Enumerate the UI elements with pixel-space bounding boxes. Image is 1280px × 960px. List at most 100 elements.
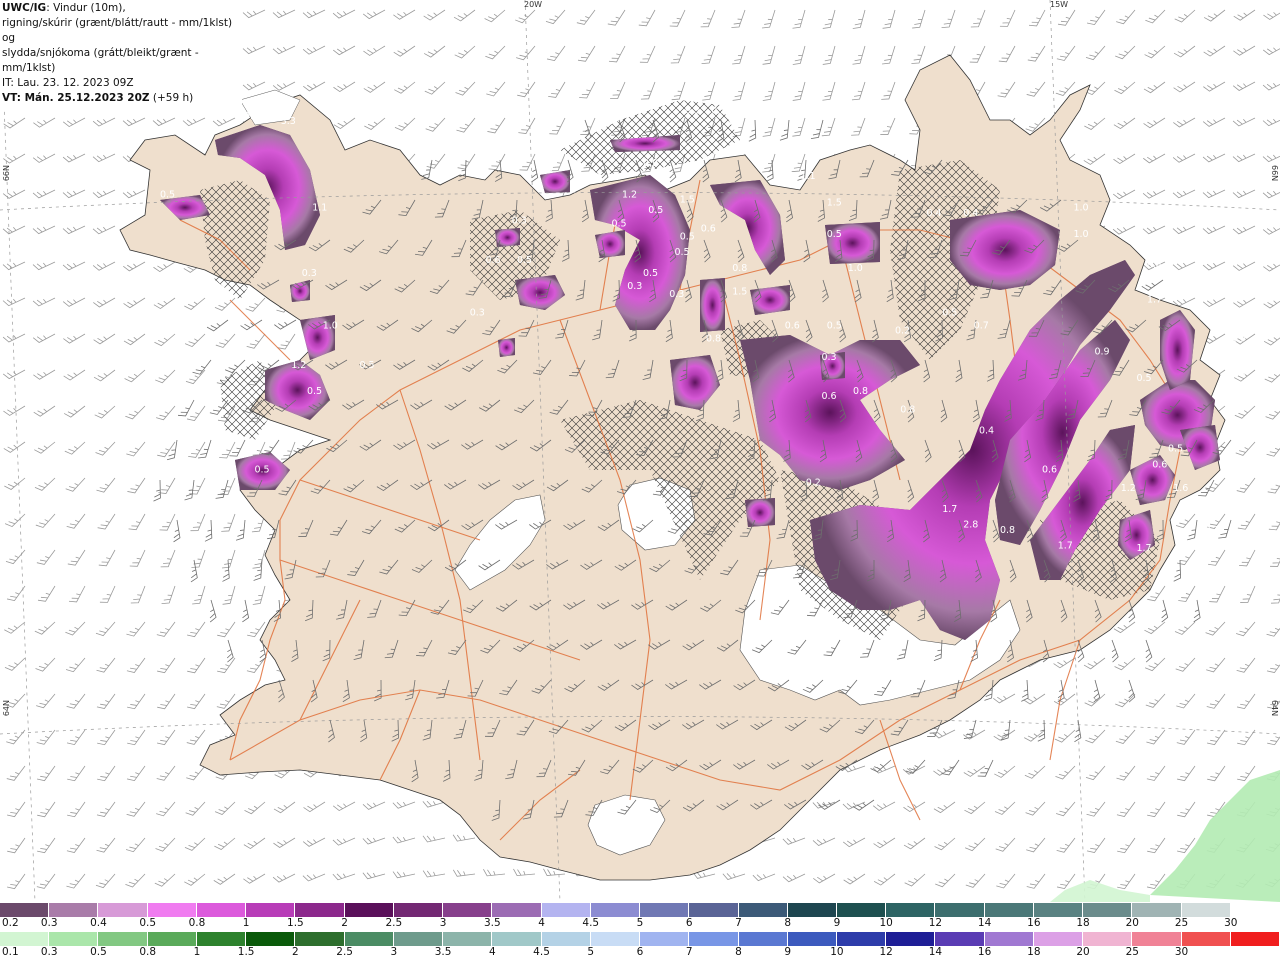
colorbar-swatch — [492, 903, 542, 917]
colorbar-label: 20 — [1125, 917, 1139, 929]
snowfall-value-label: 0.5 — [680, 231, 695, 242]
colorbar-label: 4 — [488, 946, 496, 958]
snow-colorbar-labels: 0.2 0.3 0.4 0.5 0.8 1 1.5 2 2.5 3 3.5 4 4.5 5 6 7 8 9 10 12… — [0, 917, 1280, 931]
snowfall-value-label: 0.5 — [307, 386, 322, 397]
colorbar-swatch — [787, 932, 837, 946]
snowfall-value-label: 1.5 — [779, 171, 794, 182]
colorbar-swatch — [984, 932, 1034, 946]
snowfall-value-label: 0.5 — [160, 190, 175, 201]
colorbar-swatch — [836, 932, 887, 946]
colorbar-swatch — [1083, 932, 1133, 946]
colorbar-swatch — [0, 932, 50, 946]
snowfall-value-label: 1.6 — [1173, 483, 1188, 494]
colorbar-swatch — [295, 932, 345, 946]
colorbar-swatch — [836, 903, 887, 917]
snowfall-value-label: 1.2 — [1121, 483, 1136, 494]
rain-colorbar-labels: 0.1 0.3 0.5 0.8 1 1.5 2 2.5 3 3.5 4 4.5 5 6 7 8 9 10 12 14 1… — [0, 946, 1280, 960]
snowfall-value-label: 1.9 — [1231, 334, 1246, 345]
colorbar-label: 3.5 — [483, 917, 501, 929]
snowfall-value-label: 0.8 — [1220, 504, 1235, 515]
colorbar-label: 6 — [636, 946, 644, 958]
colorbar-label: 25 — [1125, 946, 1139, 958]
colorbar-label: 2.5 — [336, 946, 353, 958]
snowfall-value-label: 1.1 — [312, 203, 327, 214]
colorbar-swatch — [196, 932, 247, 946]
snowfall-value-label: 2.1 — [1226, 404, 1241, 415]
snowfall-value-label: 0.7 — [974, 321, 989, 332]
snowfall-value-label: 1.7 — [1058, 541, 1073, 552]
snowfall-value-label: 0.5 — [1136, 373, 1151, 384]
snowfall-value-label: 0.3 — [1231, 368, 1246, 379]
snowfall-value-label: 1.7 — [942, 504, 957, 515]
colorbar-label: 8 — [735, 946, 742, 958]
colorbar-label: 9 — [833, 917, 841, 929]
snowfall-value-label: 1.0 — [1073, 203, 1088, 214]
colorbar-swatch — [147, 932, 197, 946]
snowfall-value-label: 1.0 — [1073, 229, 1088, 240]
snowfall-value-label: 0.5 — [942, 307, 957, 318]
colorbar-label: 10 — [830, 946, 844, 958]
colorbar-label: 0.1 — [2, 946, 19, 958]
colorbar-swatch — [344, 932, 394, 946]
colorbar-label: 4.5 — [582, 917, 600, 929]
colorbar-swatch — [738, 903, 788, 917]
colorbar-swatch — [1230, 903, 1280, 917]
info-line-1: UWC/IG: Vindur (10m), — [2, 1, 242, 16]
snowfall-value-label: 0.7 — [1205, 525, 1220, 536]
snowfall-value-label: 2.8 — [963, 520, 978, 531]
snowfall-value-label: 0.9 — [1268, 365, 1280, 376]
colorbar-swatch — [640, 932, 690, 946]
colorbar-swatch — [541, 932, 591, 946]
colorbar-label: 25 — [1174, 917, 1189, 929]
snowfall-value-label: 0.5 — [611, 218, 626, 229]
colorbar-swatch — [492, 932, 542, 946]
snowfall-value-label: 0.6 — [1042, 465, 1057, 476]
colorbar-swatch — [246, 903, 296, 917]
snowfall-value-label: 0.2 — [895, 326, 910, 337]
snowfall-value-label: 0.5 — [674, 247, 689, 258]
colorbar-label: 10 — [879, 917, 893, 929]
colorbar-label: 2 — [292, 946, 299, 958]
colorbar-label: 5 — [587, 946, 595, 958]
snowfall-value-label: 0.6 — [1152, 459, 1167, 470]
colorbar-swatch — [1132, 932, 1182, 946]
lat-label-64n-right: 64N — [1270, 700, 1279, 717]
info-line-2: rigning/skúrir (grænt/blátt/rautt - mm/1… — [2, 17, 233, 44]
colorbar-swatch — [147, 903, 197, 917]
colorbar-label: 3.5 — [434, 946, 452, 958]
colorbar-swatch — [196, 903, 247, 917]
colorbar-label: 14 — [928, 946, 943, 958]
colorbar-label: 7 — [685, 946, 693, 958]
colorbar-swatch — [640, 903, 690, 917]
colorbar-label: 0.3 — [40, 946, 58, 958]
map-info-box: UWC/IG: Vindur (10m), rigning/skúrir (gr… — [0, 0, 242, 108]
colorbar-swatch — [98, 903, 148, 917]
snowfall-area-inner — [745, 498, 775, 527]
colorbar-label: 0.8 — [139, 946, 157, 958]
colorbar-swatch — [935, 932, 985, 946]
snow-colorbar — [0, 903, 1280, 917]
colorbar-swatch — [935, 903, 985, 917]
snowfall-value-label: 0.3 — [512, 216, 527, 227]
snowfall-value-label: 0.4 — [1147, 260, 1162, 271]
colorbar-label: 2.5 — [385, 917, 403, 929]
colorbar-swatch — [443, 932, 493, 946]
colorbar-swatch — [886, 903, 936, 917]
colorbar-swatch — [295, 903, 345, 917]
snowfall-value-label: 1.7 — [1136, 543, 1151, 554]
colorbar-swatch — [590, 903, 641, 917]
snowfall-area-inner — [700, 278, 725, 332]
colorbar-label: 0.4 — [90, 917, 107, 929]
snowfall-value-label: 0.3 — [685, 106, 700, 117]
colorbar-label: 14 — [977, 917, 992, 929]
valid-time: VT: Mán. 25.12.2023 20Z — [2, 92, 150, 104]
colorbar-swatch — [0, 903, 50, 917]
snowfall-value-label: 0.8 — [1000, 525, 1015, 536]
info-line-1-rest: : Vindur (10m), — [46, 2, 126, 14]
snowfall-value-label: 0.3 — [627, 281, 642, 292]
snowfall-value-label: 1.2 — [291, 360, 306, 371]
colorbar-swatch — [1083, 903, 1133, 917]
snowfall-area-inner — [498, 338, 515, 357]
snowfall-value-label: 1.5 — [732, 286, 747, 297]
colorbar-label: 1 — [193, 946, 201, 958]
